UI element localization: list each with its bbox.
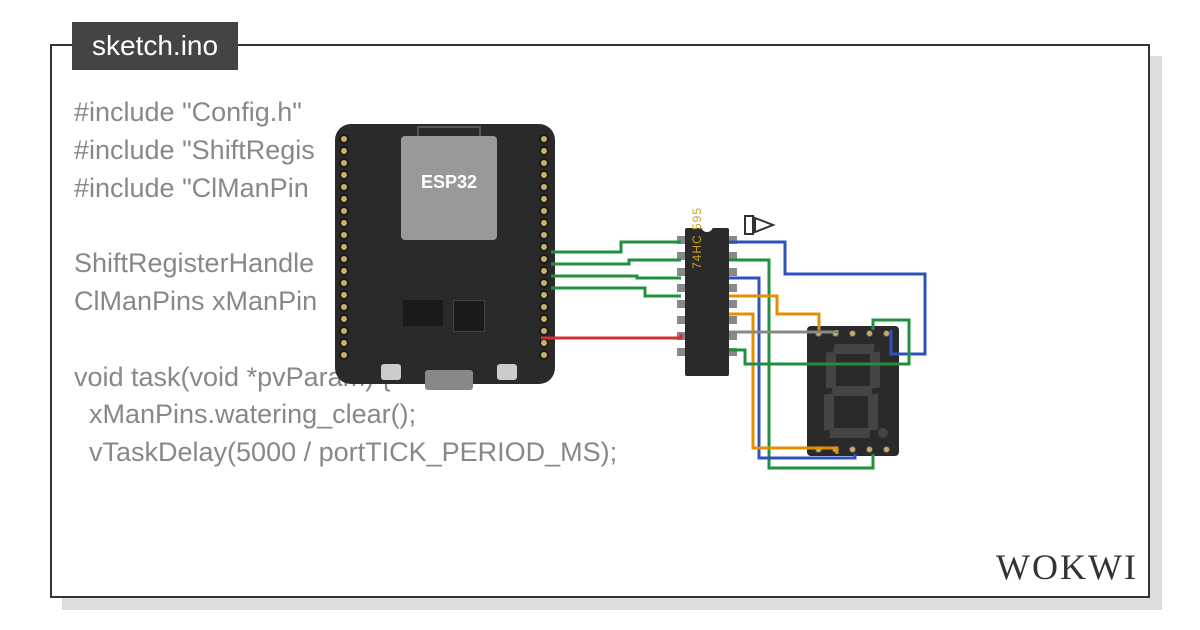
file-tab[interactable]: sketch.ino (72, 22, 238, 70)
brand-logo: WOKWI (996, 546, 1138, 588)
circuit-canvas[interactable]: ESP32 74HC 595 (325, 114, 945, 474)
wire-layer (325, 114, 945, 474)
